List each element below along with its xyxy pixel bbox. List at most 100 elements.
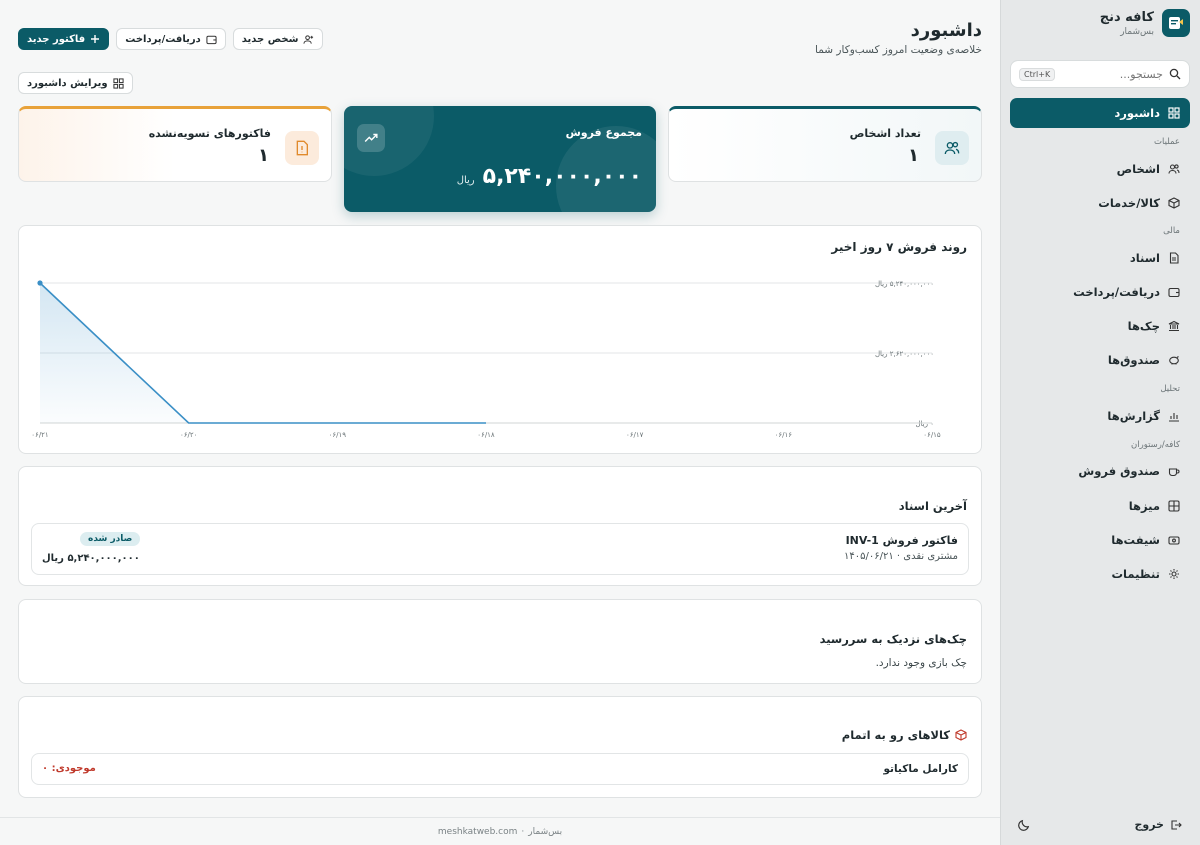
y-tick-label: ۵,۲۴۰,۰۰۰,۰۰۰ ریال — [875, 280, 934, 288]
y-tick-label: ۰ ریال — [915, 420, 934, 428]
product-name: کارامل ماکیاتو — [883, 763, 958, 775]
total-sales-card[interactable]: مجموع فروش ۵,۲۴۰,۰۰۰,۰۰۰ ریال — [344, 106, 656, 212]
sidebar-item-payments[interactable]: دریافت/پرداخت — [1010, 277, 1190, 307]
stat-unit: ریال — [456, 175, 475, 186]
document-row[interactable]: فاکتور فروش INV-1 مشتری نقدی · ۱۴۰۵/۰۶/۲… — [31, 523, 969, 575]
stat-label: مجموع فروش — [565, 126, 642, 139]
sidebar-item-label: صندوق فروش — [1078, 464, 1160, 478]
status-badge: صادر شده — [80, 532, 141, 546]
users-icon — [935, 131, 969, 165]
footer-site-link[interactable]: meshkatweb.com — [438, 827, 518, 837]
document-subtitle: مشتری نقدی · ۱۴۰۵/۰۶/۲۱ — [844, 551, 958, 562]
trending-up-icon — [357, 124, 385, 152]
stat-label: تعداد اشخاص — [849, 127, 921, 140]
stat-label: فاکتورهای تسویه‌نشده — [148, 127, 271, 140]
wallet-icon — [1168, 287, 1180, 298]
sidebar-item-pos[interactable]: صندوق فروش — [1010, 456, 1190, 486]
main-content: داشبورد خلاصه‌ی وضعیت امروز کسب‌وکار شما… — [0, 0, 1000, 845]
unsettled-invoices-card[interactable]: فاکتورهای تسویه‌نشده ۱ — [18, 106, 332, 182]
brand[interactable]: کافه دنج بس‌شمار — [1100, 9, 1190, 37]
sidebar-footer: خروج — [1010, 818, 1190, 831]
x-tick-label: ۰۶/۲۰ — [180, 431, 197, 439]
logout-label: خروج — [1134, 818, 1164, 831]
header-actions: فاکتور جدید دریافت/پرداخت شخص جدید — [18, 28, 324, 50]
low-stock-card: کالاهای رو به اتمام کارامل ماکیاتو موجود… — [18, 696, 982, 798]
bar-chart-icon — [1169, 413, 1179, 422]
search-shortcut: Ctrl+K — [1019, 67, 1056, 81]
sidebar-item-dashboard[interactable]: داشبورد — [1010, 98, 1190, 128]
button-label: دریافت/پرداخت — [125, 33, 201, 45]
sidebar-item-products[interactable]: کالا/خدمات — [1010, 188, 1190, 218]
x-tick-label: ۰۶/۲۱ — [31, 431, 48, 439]
sales-trend-card: روند فروش ۷ روز اخیر ۰ ریال ۲,۶۲۰,۰۰۰,۰۰۰… — [18, 225, 982, 454]
sidebar-item-checks[interactable]: چک‌ها — [1010, 311, 1190, 341]
users-icon — [1168, 164, 1180, 174]
people-count-card[interactable]: تعداد اشخاص ۱ — [668, 106, 982, 182]
upcoming-checks-card: چک‌های نزدیک به سررسید چک بازی وجود ندار… — [18, 599, 982, 684]
grid-icon — [1168, 107, 1180, 119]
search-icon — [1169, 68, 1181, 80]
payment-button[interactable]: دریافت/پرداخت — [116, 28, 226, 50]
brand-title: کافه دنج — [1099, 9, 1154, 25]
stat-value: ۵,۲۴۰,۰۰۰,۰۰۰ — [482, 164, 642, 189]
x-tick-label: ۰۶/۱۶ — [775, 431, 793, 439]
sidebar-item-label: شیفت‌ها — [1111, 533, 1160, 547]
edit-dashboard-button[interactable]: ویرایش داشبورد — [18, 72, 133, 94]
footer: بس‌شمار · meshkatweb.com — [0, 817, 1000, 845]
sidebar-item-label: کالا/خدمات — [1098, 196, 1160, 210]
latest-documents-card: آخرین اسناد فاکتور فروش INV-1 مشتری نقدی… — [18, 466, 982, 586]
sidebar-item-label: میزها — [1128, 499, 1160, 513]
box-warning-icon — [955, 729, 967, 741]
piggy-bank-icon — [1169, 356, 1179, 365]
button-label: ویرایش داشبورد — [27, 77, 108, 89]
alert-file-icon — [285, 131, 319, 165]
sidebar-item-label: دریافت/پرداخت — [1073, 285, 1160, 299]
plus-icon — [91, 35, 100, 43]
brand-subtitle: بس‌شمار — [1120, 26, 1154, 37]
sidebar-item-label: صندوق‌ها — [1107, 353, 1160, 367]
cash-register-icon — [1168, 536, 1180, 545]
document-icon — [1169, 252, 1179, 264]
sidebar-item-settings[interactable]: تنظیمات — [1010, 559, 1190, 589]
nav-group-label: تحلیل — [1160, 384, 1180, 394]
nav-group-label: کافه/رستوران — [1130, 440, 1180, 450]
sidebar-item-label: داشبورد — [1114, 106, 1160, 120]
sales-trend-chart: ۰ ریال ۲,۶۲۰,۰۰۰,۰۰۰ ریال ۵,۲۴۰,۰۰۰,۰۰۰ ری… — [31, 280, 941, 439]
nav-group-label: عملیات — [1154, 137, 1180, 147]
y-tick-label: ۲,۶۲۰,۰۰۰,۰۰۰ ریال — [875, 350, 934, 358]
sidebar-item-cashboxes[interactable]: صندوق‌ها — [1010, 345, 1190, 375]
sidebar: کافه دنج بس‌شمار Ctrl+K داشبورد عملیات ا… — [1000, 0, 1200, 845]
new-invoice-button[interactable]: فاکتور جدید — [18, 28, 110, 50]
document-amount: ۵,۲۴۰,۰۰۰,۰۰۰ ریال — [42, 553, 140, 564]
sidebar-item-label: اشخاص — [1116, 162, 1160, 176]
logo-icon — [1162, 9, 1190, 37]
logout-button[interactable]: خروج — [1134, 818, 1182, 831]
document-title: فاکتور فروش INV-1 — [845, 534, 958, 547]
sidebar-item-shifts[interactable]: شیفت‌ها — [1010, 525, 1190, 555]
stat-value: ۱ — [258, 145, 269, 166]
section-title: چک‌های نزدیک به سررسید — [819, 632, 967, 646]
section-title: آخرین اسناد — [898, 499, 967, 513]
sidebar-item-tables[interactable]: میزها — [1010, 491, 1190, 521]
coffee-cup-icon — [1168, 468, 1180, 477]
stat-value-row: ۵,۲۴۰,۰۰۰,۰۰۰ ریال — [457, 164, 642, 189]
stat-value: ۱ — [908, 145, 919, 166]
sidebar-item-documents[interactable]: اسناد — [1010, 243, 1190, 273]
table-grid-icon — [1168, 500, 1180, 512]
x-tick-label: ۰۶/۱۷ — [626, 431, 644, 439]
box-icon — [1168, 197, 1180, 209]
sidebar-item-people[interactable]: اشخاص — [1010, 154, 1190, 184]
nav-group-label: مالی — [1163, 226, 1180, 236]
logout-icon — [1171, 819, 1182, 830]
search-input[interactable] — [1061, 67, 1163, 81]
stock-row[interactable]: کارامل ماکیاتو موجودی: ۰ — [31, 753, 969, 785]
moon-icon[interactable] — [1018, 818, 1031, 831]
button-label: فاکتور جدید — [27, 33, 86, 45]
search-box[interactable]: Ctrl+K — [1010, 60, 1190, 88]
stock-quantity: موجودی: ۰ — [42, 763, 96, 774]
sidebar-item-reports[interactable]: گزارش‌ها — [1010, 401, 1190, 431]
section-title-row: کالاهای رو به اتمام — [842, 728, 967, 742]
grid-icon — [113, 77, 124, 89]
new-person-button[interactable]: شخص جدید — [232, 28, 324, 50]
bank-icon — [1168, 320, 1180, 332]
